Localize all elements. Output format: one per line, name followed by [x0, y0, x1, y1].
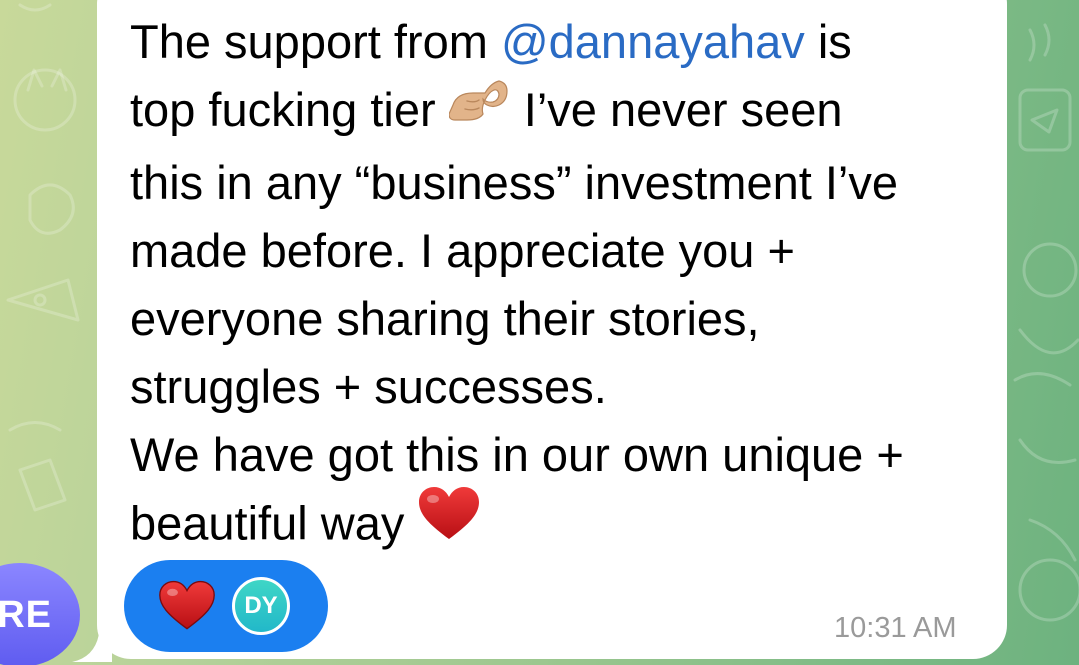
- message-line: The support from @dannayahav is: [130, 15, 852, 68]
- reactor-initials: DY: [244, 592, 278, 619]
- red-heart-icon: [159, 580, 215, 630]
- message-text: The support from @dannayahav is top fuck…: [130, 8, 990, 565]
- message-line: top fucking tier I’ve never seen: [130, 76, 990, 149]
- message-timestamp: 10:31 AM: [834, 612, 957, 644]
- ok-hand-emoji-icon: [448, 75, 511, 145]
- message-line: everyone sharing their stories,: [130, 291, 760, 345]
- red-heart-emoji-icon: [417, 485, 481, 561]
- reaction-pill[interactable]: DY: [124, 560, 328, 652]
- message-line: beautiful way: [130, 486, 990, 565]
- sender-avatar[interactable]: RE: [0, 563, 80, 665]
- mention-link[interactable]: @dannayahav: [501, 15, 805, 68]
- message-line: this in any “business” investment I’ve: [130, 155, 898, 209]
- message-line: struggles + successes.: [130, 359, 607, 413]
- reactor-avatar[interactable]: DY: [232, 577, 290, 635]
- sender-avatar-initials: RE: [0, 593, 52, 636]
- message-line: We have got this in our own unique +: [130, 427, 904, 481]
- message-line: made before. I appreciate you +: [130, 223, 795, 277]
